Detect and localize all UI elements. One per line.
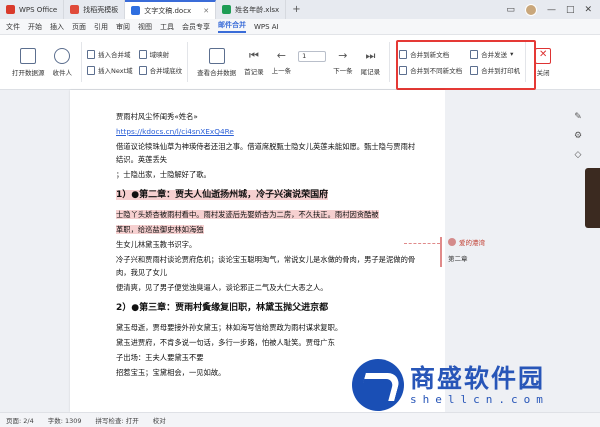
menu-tools[interactable]: 工具 (160, 22, 174, 32)
insert-next-field-button[interactable]: 插入Next域 (87, 65, 133, 75)
tab-templates[interactable]: 找稻壳模板 (64, 0, 126, 19)
page-count[interactable]: 页面: 2/4 (6, 415, 34, 425)
record-number-input[interactable]: 1 (298, 50, 327, 62)
menu-wps-ai[interactable]: WPS AI (254, 23, 279, 31)
minimize-icon[interactable]: — (547, 5, 556, 15)
paragraph: 便清爽，见了男子便觉浊臭逼人，谈论邪正二气及大仁大恶之人。 (116, 283, 328, 292)
paragraph-highlighted: 士隐丫头娇杏被雨村看中。雨村发迹后先娶娇杏为二房，不久扶正。雨村因贪酷被 (116, 210, 379, 219)
menu-bar: 文件 开始 插入 页面 引用 审阅 视图 工具 会员专享 邮件合并 WPS AI (0, 19, 600, 35)
view-merged-data-button[interactable]: 查看合并数据 (193, 39, 240, 85)
word-count[interactable]: 字数: 1309 (48, 415, 82, 425)
writer-doc-icon (131, 6, 141, 15)
first-record-icon: ⏮ (248, 48, 259, 62)
tab-label: 文字文稿.docx (144, 6, 192, 15)
open-data-source-button[interactable]: 打开数据源 (8, 39, 49, 85)
first-record-button[interactable]: ⏮ 首记录 (240, 39, 268, 85)
comment-card[interactable]: 爱的港湾 第二章 (440, 237, 530, 267)
document-link[interactable]: https://kdocs.cn/l/ci4snXExQ4Re (116, 125, 416, 138)
paragraph-highlighted: 革职，给巡盐御史林如海独 (116, 225, 204, 234)
database-icon (20, 47, 37, 64)
watermark-subtitle: shellcn.com (410, 392, 549, 406)
side-toolbar: ✎ ⚙ ◇ (568, 112, 588, 160)
field-shading-button[interactable]: 合并域底纹 (138, 65, 182, 75)
tab-wps-office[interactable]: WPS Office (0, 0, 65, 19)
insert-next-icon (87, 65, 95, 75)
menu-page[interactable]: 页面 (72, 22, 86, 32)
maximize-icon[interactable]: □ (566, 5, 575, 15)
divider (81, 42, 82, 82)
watermark-logo-icon (352, 359, 404, 411)
paragraph: 黛玉进贾府，不肯多说一句话，多行一步路，怕被人耻笑。贾母广东 (116, 338, 335, 347)
arrow-right-icon: → (338, 49, 348, 62)
style-icon[interactable]: ✎ (574, 112, 582, 122)
view-data-icon (208, 47, 225, 64)
status-bar: 页面: 2/4 字数: 1309 拼写检查: 打开 校对 (0, 412, 600, 427)
close-icon: ✕ (535, 47, 552, 64)
heading-chapter-2: 1）●第二章：贾夫人仙逝扬州城，冷子兴演说荣国府 (116, 190, 329, 200)
template-icon (70, 5, 80, 14)
record-number-group: 1 (295, 39, 329, 85)
shading-icon (138, 65, 147, 75)
merge-options-highlight (396, 40, 536, 90)
menu-reference[interactable]: 引用 (94, 22, 108, 32)
previous-record-button[interactable]: ← 上一条 (268, 39, 296, 85)
close-window-icon[interactable]: ✕ (584, 5, 592, 15)
divider (187, 42, 189, 82)
format-icon[interactable]: ◇ (575, 150, 582, 160)
last-record-icon: ⏭ (365, 48, 376, 62)
comment-connector (404, 243, 440, 244)
recipient-icon (54, 47, 71, 64)
comment-text: 第二章 (448, 255, 468, 263)
paragraph: 冷子兴和贾雨村谈论贾府危机；谈论宝玉聪明淘气，常说女儿是水做的骨肉，男子是泥做的… (116, 255, 416, 277)
proofread[interactable]: 校对 (153, 415, 166, 425)
mapping-icon (138, 49, 147, 59)
tab-label: 找稻壳模板 (83, 5, 119, 14)
menu-member[interactable]: 会员专享 (182, 22, 210, 32)
menu-home[interactable]: 开始 (28, 22, 42, 32)
field-mapping-button[interactable]: 域映射 (138, 49, 183, 59)
paragraph: 生女儿林黛玉教书识字。 (116, 240, 197, 249)
tab-document[interactable]: 文字文稿.docx ✕ (125, 0, 217, 19)
next-record-button[interactable]: → 下一条 (329, 39, 357, 85)
menu-view[interactable]: 视图 (138, 22, 152, 32)
insert-field-icon (87, 49, 95, 59)
tab-label: WPS Office (19, 5, 58, 14)
paragraph: ；士隐出家，士隐解好了歌。 (116, 170, 211, 179)
adjust-icon[interactable]: ⚙ (574, 131, 582, 141)
recipients-button[interactable]: 收件人 (49, 39, 77, 85)
document-body[interactable]: 贾雨村风尘怀闺秀«姓名» https://kdocs.cn/l/ci4snXEx… (116, 110, 416, 381)
divider (389, 42, 391, 82)
menu-mail-merge[interactable]: 邮件合并 (218, 20, 246, 33)
menu-insert[interactable]: 插入 (50, 22, 64, 32)
wps-logo-icon (6, 5, 15, 14)
spell-check[interactable]: 拼写检查: 打开 (96, 415, 139, 425)
tab-spreadsheet[interactable]: 姓名年龄.xlsx (216, 0, 287, 19)
close-tab-icon[interactable]: ✕ (203, 7, 209, 15)
left-gutter (0, 90, 24, 412)
window-layout-icon[interactable]: ▭ (506, 5, 515, 15)
watermark-title: 商盛软件园 (410, 363, 546, 393)
title-bar: WPS Office 找稻壳模板 文字文稿.docx ✕ 姓名年龄.xlsx +… (0, 0, 600, 19)
tab-label: 姓名年龄.xlsx (235, 5, 280, 14)
comment-author: 爱的港湾 (448, 237, 530, 247)
insert-merge-field-button[interactable]: 插入合并域 (87, 49, 133, 59)
last-record-button[interactable]: ⏭ 尾记录 (357, 39, 385, 85)
avatar (448, 238, 456, 246)
side-promo-card[interactable] (585, 168, 600, 228)
paragraph: 贾雨村风尘怀闺秀«姓名» (116, 112, 198, 121)
watermark: 商盛软件园 shellcn.com (352, 355, 592, 415)
new-tab-icon[interactable]: + (286, 4, 306, 15)
paragraph: 借道议论犊珠仙草为神瑛侍者还泪之事。借道席脱甄士隐女儿英莲未能如愿。甄士隐与贾雨… (116, 142, 416, 164)
spreadsheet-icon (222, 5, 232, 14)
heading-chapter-3: 2）●第三章：贾雨村夤缘复旧职，林黛玉抛父进京都 (116, 303, 329, 313)
avatar[interactable] (524, 3, 537, 16)
menu-review[interactable]: 审阅 (116, 22, 130, 32)
menu-file[interactable]: 文件 (6, 22, 20, 32)
arrow-left-icon: ← (276, 49, 287, 62)
paragraph: 黛玉母逝，贾母要接外孙女黛玉；林如海写信给贾政为雨村谋求复职。 (116, 323, 343, 332)
